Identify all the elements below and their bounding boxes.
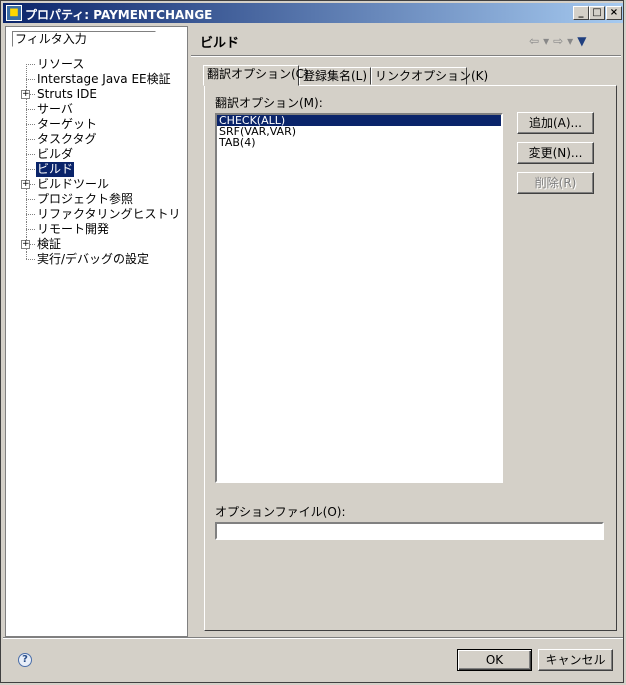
option-list-item[interactable]: SRF(VAR,VAR) <box>217 126 501 137</box>
tree-item[interactable]: プロジェクト参照 <box>6 192 186 207</box>
tree-item[interactable]: + 検証 <box>6 237 186 252</box>
maximize-button[interactable]: □ <box>589 6 605 20</box>
page-navigation: ⇦ ▾ ⇨ ▾ ▼ <box>529 34 590 48</box>
add-button[interactable]: 追加(A)... <box>517 112 594 134</box>
tree-item-label: リファクタリングヒストリ <box>37 207 181 221</box>
help-icon[interactable]: ? <box>18 653 32 667</box>
tree-item-label: ビルドツール <box>37 177 110 191</box>
tree-item-label: サーバ <box>37 102 73 116</box>
back-arrow-icon[interactable]: ⇦ <box>529 34 539 48</box>
tree-item[interactable]: 実行/デバッグの設定 <box>6 252 186 267</box>
option-file-label: オプションファイル(O): <box>215 505 346 519</box>
tree-item[interactable]: + Struts IDE <box>6 87 186 102</box>
forward-arrow-icon[interactable]: ⇨ <box>553 34 563 48</box>
ok-button[interactable]: OK <box>457 649 532 671</box>
minimize-button[interactable]: _ <box>573 6 589 20</box>
view-menu-icon[interactable]: ▼ <box>577 34 586 48</box>
window-title: プロパティ: PAYMENTCHANGE <box>25 8 213 22</box>
tree-item-label: タスクタグ <box>37 132 97 146</box>
tree-item[interactable]: リファクタリングヒストリ <box>6 207 186 222</box>
expand-icon[interactable]: + <box>21 90 30 99</box>
tree-connector <box>26 214 35 215</box>
tree-connector <box>26 139 35 140</box>
tree-item[interactable]: Interstage Java EE検証 <box>6 72 186 87</box>
tree-item-label: 検証 <box>37 237 62 251</box>
options-list-label: 翻訳オプション(M): <box>215 96 323 110</box>
properties-app-icon: ■ <box>6 5 22 21</box>
tree-item-label: ターゲット <box>37 117 98 131</box>
properties-window: ■ プロパティ: PAYMENTCHANGE _ □ × フィルタ入力 リソース… <box>0 0 624 683</box>
tab-compile-options[interactable]: 翻訳オプション(C) <box>203 65 309 86</box>
expand-icon[interactable]: + <box>21 180 30 189</box>
title-separator <box>191 55 621 57</box>
tab-link-options[interactable]: リンクオプション(K) <box>371 67 488 85</box>
tree-item-label: リモート開発 <box>37 222 110 236</box>
tree-item[interactable]: ターゲット <box>6 117 186 132</box>
tree-item-label: リソース <box>37 57 85 71</box>
cancel-button[interactable]: キャンセル <box>538 649 613 671</box>
page-title: ビルド <box>200 36 240 51</box>
tree-item-label: ビルダ <box>37 147 74 161</box>
tree-connector <box>26 79 35 80</box>
tree-item[interactable]: サーバ <box>6 102 186 117</box>
title-bar[interactable]: ■ プロパティ: PAYMENTCHANGE _ □ × <box>3 3 623 23</box>
tree-item-label: ビルド <box>36 162 75 177</box>
tree-connector <box>26 252 27 259</box>
tree-item[interactable]: リソース <box>6 57 186 79</box>
expand-icon[interactable]: + <box>21 240 30 249</box>
tree-connector <box>26 229 35 230</box>
tree-connector <box>26 154 35 155</box>
pane-splitter[interactable] <box>188 26 190 637</box>
tree-item-label: Struts IDE <box>37 87 97 101</box>
tree-connector <box>26 109 35 110</box>
tab-library-names[interactable]: 登録集名(L) <box>299 67 371 85</box>
tree-item-label: Interstage Java EE検証 <box>37 72 171 86</box>
options-list[interactable]: CHECK(ALL) SRF(VAR,VAR) TAB(4) <box>215 113 503 483</box>
tree-connector <box>26 64 35 65</box>
option-file-input[interactable] <box>215 522 604 540</box>
tree-item-label: プロジェクト参照 <box>37 192 134 206</box>
tree-item[interactable]: リモート開発 <box>6 222 186 237</box>
close-button[interactable]: × <box>606 6 622 20</box>
tree-connector <box>26 169 35 170</box>
tree-connector <box>26 199 35 200</box>
back-menu-icon[interactable]: ▾ <box>543 34 549 48</box>
footer-separator <box>3 637 623 639</box>
tree-connector <box>26 259 35 260</box>
tree-item[interactable]: ビルダ <box>6 147 186 162</box>
tree-item[interactable]: + ビルドツール <box>6 177 186 192</box>
tree-connector <box>26 124 35 125</box>
tree-item[interactable]: ビルド <box>6 162 186 177</box>
filter-input[interactable]: フィルタ入力 <box>12 31 156 47</box>
sidebar: フィルタ入力 リソース Interstage Java EE検証 + Struts I… <box>5 26 188 637</box>
tree-item[interactable]: タスクタグ <box>6 132 186 147</box>
option-list-item[interactable]: TAB(4) <box>217 137 501 148</box>
tree-item-label: 実行/デバッグの設定 <box>37 252 150 266</box>
edit-button[interactable]: 変更(N)... <box>517 142 594 164</box>
forward-menu-icon[interactable]: ▾ <box>567 34 573 48</box>
delete-button[interactable]: 削除(R) <box>517 172 594 194</box>
